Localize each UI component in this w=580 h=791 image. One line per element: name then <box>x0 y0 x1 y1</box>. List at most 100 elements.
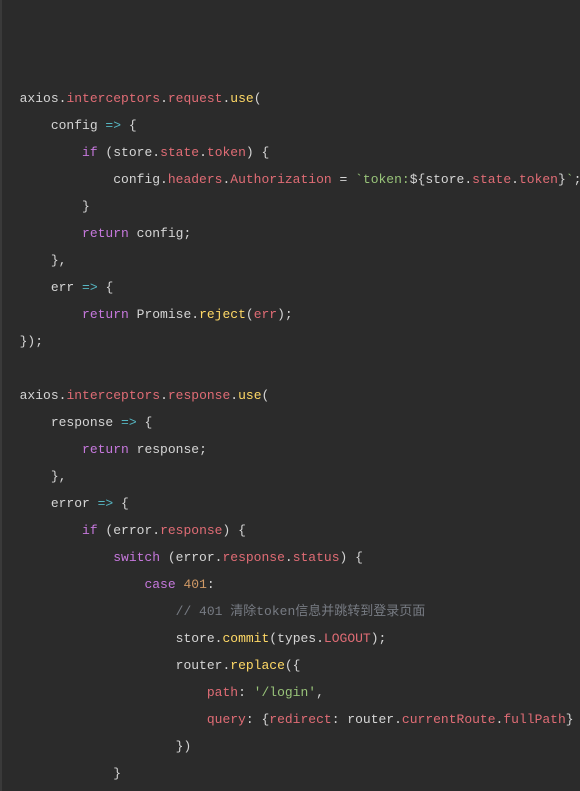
code-line: config => { <box>4 112 576 139</box>
gutter-rule <box>0 0 2 791</box>
code-line: response => { <box>4 409 576 436</box>
code-block: axios.interceptors.request.use( config =… <box>0 0 580 791</box>
code-token: config <box>113 172 160 187</box>
code-token: router <box>347 712 394 727</box>
code-token: . <box>152 523 160 538</box>
code-token: }, <box>51 253 67 268</box>
code-token: . <box>511 172 519 187</box>
code-token: store <box>425 172 464 187</box>
code-token: , <box>316 685 324 700</box>
code-token: ; <box>574 172 580 187</box>
code-token: => <box>105 118 121 133</box>
code-token: 401 <box>183 577 206 592</box>
code-line: path: '/login', <box>4 679 576 706</box>
code-line: // 401 清除token信息并跳转到登录页面 <box>4 598 576 625</box>
code-token: . <box>152 145 160 160</box>
code-line: } <box>4 193 576 220</box>
code-token: } <box>113 766 121 781</box>
code-token: request <box>168 91 223 106</box>
code-token: interceptors <box>66 91 160 106</box>
code-token: state <box>160 145 199 160</box>
code-line: axios.interceptors.response.use( <box>4 382 576 409</box>
code-token: } <box>566 712 574 727</box>
code-token: store <box>176 631 215 646</box>
code-token: Authorization <box>230 172 331 187</box>
code-token: error <box>51 496 98 511</box>
code-token: if <box>82 145 98 160</box>
code-token: LOGOUT <box>324 631 371 646</box>
code-line: }); <box>4 328 576 355</box>
code-token: path <box>207 685 238 700</box>
code-token: ; <box>199 442 207 457</box>
code-token: currentRoute <box>402 712 496 727</box>
code-token: . <box>230 388 238 403</box>
code-token: status <box>293 550 340 565</box>
code-token: ({ <box>285 658 301 673</box>
code-token: }) <box>176 739 192 754</box>
code-token: { <box>98 280 114 295</box>
code-token: ) { <box>246 145 269 160</box>
code-line: axios.interceptors.request.use( <box>4 85 576 112</box>
code-lines: axios.interceptors.request.use( config =… <box>4 85 576 791</box>
code-token: ( <box>254 91 262 106</box>
code-line: switch (error.response.status) { <box>4 544 576 571</box>
code-line: error => { <box>4 490 576 517</box>
code-token: . <box>464 172 472 187</box>
code-token: { <box>121 118 137 133</box>
code-line: store.commit(types.LOGOUT); <box>4 625 576 652</box>
code-token: fullPath <box>503 712 565 727</box>
code-token: ( <box>246 307 254 322</box>
code-line: return config; <box>4 220 576 247</box>
code-line <box>4 355 576 382</box>
code-token: ( <box>98 523 114 538</box>
code-token: token <box>519 172 558 187</box>
code-token <box>129 307 137 322</box>
code-token: return <box>82 307 129 322</box>
code-token: response <box>137 442 199 457</box>
code-token: => <box>121 415 137 430</box>
code-token: switch <box>113 550 160 565</box>
code-token: ( <box>160 550 176 565</box>
code-token: ( <box>269 631 277 646</box>
code-line: } <box>4 787 576 791</box>
code-line: return response; <box>4 436 576 463</box>
code-token: ( <box>98 145 114 160</box>
code-token: if <box>82 523 98 538</box>
code-token: ` <box>566 172 574 187</box>
code-token: store <box>113 145 152 160</box>
code-token: ); <box>371 631 387 646</box>
code-token: error <box>176 550 215 565</box>
code-token: types <box>277 631 316 646</box>
code-token: => <box>82 280 98 295</box>
code-token: config <box>137 226 184 241</box>
code-token: replace <box>230 658 285 673</box>
code-token: : <box>332 712 348 727</box>
code-token: err <box>51 280 82 295</box>
code-token: axios <box>20 388 59 403</box>
code-line: if (error.response) { <box>4 517 576 544</box>
code-token: return <box>82 442 129 457</box>
code-line: }, <box>4 463 576 490</box>
code-token: . <box>191 307 199 322</box>
code-token: }); <box>20 334 43 349</box>
code-token: { <box>113 496 129 511</box>
code-token: => <box>98 496 114 511</box>
code-token: response <box>51 415 121 430</box>
code-token: Promise <box>137 307 192 322</box>
code-token: ( <box>262 388 270 403</box>
code-token: `token: <box>355 172 410 187</box>
code-line: return Promise.reject(err); <box>4 301 576 328</box>
code-token: ${ <box>410 172 426 187</box>
code-token: }, <box>51 469 67 484</box>
code-line: if (store.state.token) { <box>4 139 576 166</box>
code-token: = <box>332 172 355 187</box>
code-line: router.replace({ <box>4 652 576 679</box>
code-token: ); <box>277 307 293 322</box>
code-line: config.headers.Authorization = `token:${… <box>4 166 576 193</box>
code-token: : <box>238 685 254 700</box>
code-token: return <box>82 226 129 241</box>
code-token: ) { <box>222 523 245 538</box>
code-token: . <box>199 145 207 160</box>
code-token: error <box>113 523 152 538</box>
code-token: use <box>238 388 261 403</box>
